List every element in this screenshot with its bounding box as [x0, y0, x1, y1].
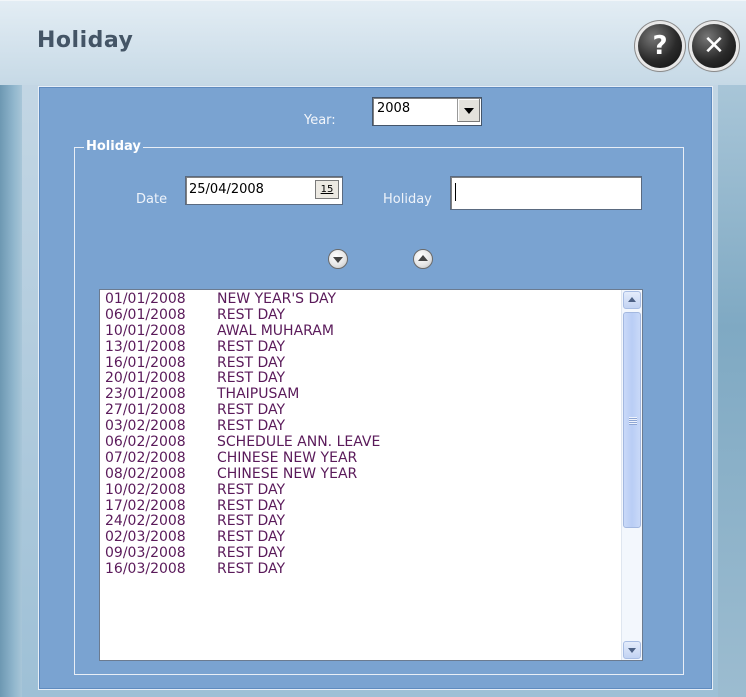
- holiday-date: 20/01/2008: [105, 370, 186, 387]
- holiday-date: 07/02/2008: [105, 449, 186, 466]
- holiday-date: 27/01/2008: [105, 402, 186, 419]
- date-label: Date: [136, 192, 168, 207]
- holiday-name: AWAL MUHARAM: [217, 322, 334, 339]
- holiday-name: REST DAY: [217, 370, 286, 387]
- holiday-date: 09/03/2008: [105, 545, 186, 562]
- list-item[interactable]: 16/03/2008 REST DAY: [105, 561, 615, 578]
- list-item[interactable]: 07/02/2008 CHINESE NEW YEAR: [105, 449, 615, 467]
- holiday-name: REST DAY: [217, 338, 286, 355]
- holiday-date: 17/02/2008: [105, 497, 186, 514]
- list-item[interactable]: 23/01/2008 THAIPUSAM: [105, 386, 615, 403]
- grip-icon: [629, 417, 637, 425]
- holiday-name: REST DAY: [217, 561, 286, 578]
- list-item[interactable]: 01/01/2008 NEW YEAR'S DAY: [105, 291, 615, 308]
- background-right: [718, 80, 746, 697]
- holiday-date: 01/01/2008: [105, 291, 186, 307]
- calendar-button[interactable]: 15: [315, 180, 339, 199]
- holiday-date: 03/02/2008: [105, 418, 186, 435]
- holiday-date: 08/02/2008: [105, 465, 186, 482]
- date-value: 25/04/2008: [189, 182, 264, 197]
- list-item[interactable]: 03/02/2008 REST DAY: [105, 418, 615, 435]
- text-caret: [455, 183, 456, 201]
- holiday-date: 23/01/2008: [105, 386, 186, 403]
- holiday-date: 13/01/2008: [105, 338, 186, 355]
- holiday-name: REST DAY: [217, 513, 286, 530]
- holiday-name: REST DAY: [217, 306, 286, 323]
- holiday-group-title: Holiday: [84, 139, 143, 154]
- list-item[interactable]: 10/01/2008 AWAL MUHARAM: [105, 322, 615, 340]
- vertical-scrollbar[interactable]: [621, 290, 642, 660]
- year-value: 2008: [377, 101, 411, 116]
- help-button[interactable]: ?: [638, 24, 682, 68]
- list-item[interactable]: 10/02/2008 REST DAY: [105, 481, 615, 499]
- close-icon: ✕: [703, 31, 725, 61]
- holiday-name: REST DAY: [217, 354, 286, 371]
- holiday-name: REST DAY: [217, 497, 286, 514]
- holiday-name: SCHEDULE ANN. LEAVE: [217, 434, 381, 451]
- list-item[interactable]: 06/02/2008 SCHEDULE ANN. LEAVE: [105, 434, 615, 451]
- chevron-down-icon[interactable]: [457, 99, 480, 122]
- list-item[interactable]: 16/01/2008 REST DAY: [105, 354, 615, 372]
- holiday-name: CHINESE NEW YEAR: [217, 465, 358, 482]
- help-icon: ?: [652, 31, 668, 61]
- list-item[interactable]: 09/03/2008 REST DAY: [105, 545, 615, 562]
- holiday-date: 16/03/2008: [105, 561, 186, 578]
- holiday-name: REST DAY: [217, 545, 286, 562]
- close-button[interactable]: ✕: [692, 24, 736, 68]
- background-left: [0, 80, 22, 697]
- holiday-name-input[interactable]: [450, 176, 642, 210]
- holiday-name: CHINESE NEW YEAR: [217, 449, 358, 466]
- holiday-name: NEW YEAR'S DAY: [217, 291, 337, 307]
- list-item[interactable]: 13/01/2008 REST DAY: [105, 338, 615, 356]
- holiday-date: 10/02/2008: [105, 481, 186, 498]
- holiday-name: THAIPUSAM: [217, 386, 300, 403]
- scroll-down-button[interactable]: [623, 641, 641, 659]
- date-field[interactable]: 25/04/2008 15: [185, 176, 343, 205]
- holiday-label: Holiday: [383, 192, 432, 207]
- holiday-date: 06/02/2008: [105, 434, 186, 451]
- move-down-button[interactable]: [328, 249, 348, 269]
- list-item[interactable]: 02/03/2008 REST DAY: [105, 529, 615, 546]
- list-item[interactable]: 27/01/2008 REST DAY: [105, 402, 615, 419]
- list-item[interactable]: 24/02/2008 REST DAY: [105, 514, 615, 530]
- scroll-up-button[interactable]: [623, 291, 641, 309]
- holiday-name: REST DAY: [217, 481, 286, 498]
- holiday-date: 24/02/2008: [105, 513, 186, 530]
- holiday-date: 10/01/2008: [105, 322, 186, 339]
- year-label: Year:: [304, 113, 336, 128]
- list-item[interactable]: 17/02/2008 REST DAY: [105, 497, 615, 515]
- holiday-name: REST DAY: [217, 529, 286, 546]
- holiday-list-items: 01/01/2008 NEW YEAR'S DAY 06/01/2008 REST D…: [105, 291, 615, 578]
- window-title: Holiday: [37, 28, 134, 53]
- holiday-date: 02/03/2008: [105, 529, 186, 546]
- holiday-name: REST DAY: [217, 402, 286, 419]
- move-up-button[interactable]: [413, 249, 433, 269]
- year-select[interactable]: 2008: [372, 97, 482, 126]
- holiday-date: 06/01/2008: [105, 306, 186, 323]
- list-item[interactable]: 06/01/2008 REST DAY: [105, 306, 615, 324]
- scroll-thumb[interactable]: [623, 312, 641, 528]
- title-bar: Holiday ? ✕: [0, 0, 746, 85]
- holiday-list[interactable]: 01/01/2008 NEW YEAR'S DAY 06/01/2008 REST D…: [99, 289, 643, 661]
- holiday-name: REST DAY: [217, 418, 286, 435]
- list-item[interactable]: 20/01/2008 REST DAY: [105, 371, 615, 387]
- holiday-date: 16/01/2008: [105, 354, 186, 371]
- list-item[interactable]: 08/02/2008 CHINESE NEW YEAR: [105, 465, 615, 483]
